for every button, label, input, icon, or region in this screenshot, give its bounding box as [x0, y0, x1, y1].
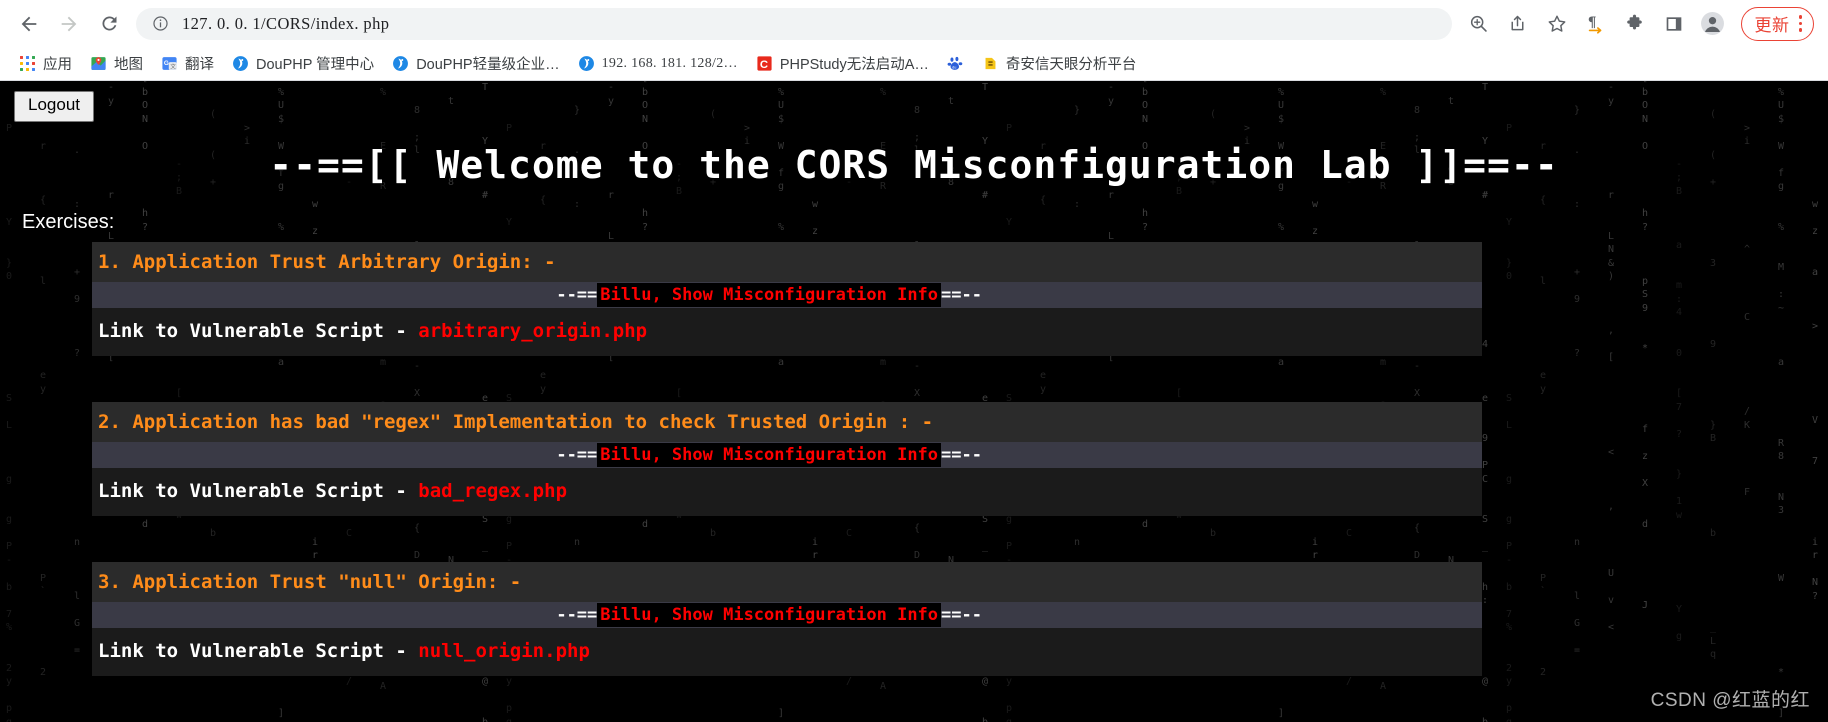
browser-toolbar: 127. 0. 0. 1/CORS/index. php ¶ 更新 [0, 0, 1828, 47]
vulnerable-script-label: Link to Vulnerable Script - [98, 319, 419, 342]
google-translate-icon: G文 [161, 55, 178, 72]
misconfiguration-info-row: --== Billu, Show Misconfiguration Info =… [92, 281, 1482, 308]
exercise-heading: 1. Application Trust Arbitrary Origin: - [92, 241, 1482, 282]
misc-prefix-dashes: --== [556, 604, 598, 625]
translate-paragraph-icon[interactable]: ¶ [1579, 7, 1613, 41]
page-viewport: P Y } 0 S L g g P - b 7 % 2 y p g r { l … [0, 81, 1828, 722]
page-content: Logout --==[[ Welcome to the CORS Miscon… [0, 81, 1828, 676]
bookmark-item[interactable]: G 文翻译 [152, 49, 223, 78]
reload-icon [101, 16, 116, 31]
bookmark-label: 奇安信天眼分析平台 [1005, 57, 1137, 73]
svg-text:du: du [952, 66, 956, 70]
zoom-in-icon[interactable] [1462, 7, 1496, 41]
vulnerable-script-label: Link to Vulnerable Script - [98, 639, 419, 662]
back-button[interactable] [10, 5, 48, 43]
address-bar[interactable]: 127. 0. 0. 1/CORS/index. php [136, 7, 1452, 40]
page-title: --==[[ Welcome to the CORS Misconfigurat… [269, 142, 1559, 187]
exercise-heading: 3. Application Trust "null" Origin: - [92, 561, 1482, 602]
bookmark-label: DouPHP 管理中心 [256, 57, 375, 73]
bookmark-label: 应用 [43, 57, 72, 73]
info-circle-icon [152, 16, 168, 31]
exercise-block: 2. Application has bad "regex" Implement… [92, 401, 1482, 516]
bookmark-label: PHPStudy无法启动A… [779, 57, 929, 73]
svg-text:G: G [164, 60, 169, 67]
misconfiguration-info-row: --== Billu, Show Misconfiguration Info =… [92, 441, 1482, 468]
exercise-block: 1. Application Trust Arbitrary Origin: -… [92, 241, 1482, 356]
update-button-label: 更新 [1754, 16, 1790, 35]
share-icon[interactable] [1501, 7, 1535, 41]
google-maps-icon [90, 55, 107, 72]
show-misconfiguration-info-link[interactable]: Billu, Show Misconfiguration Info [597, 442, 942, 467]
vulnerable-script-row: Link to Vulnerable Script - bad_regex.ph… [92, 468, 1482, 502]
vulnerable-script-link[interactable]: null_origin.php [418, 640, 590, 662]
bookmark-label: 翻译 [185, 57, 214, 73]
misconfiguration-info-row: --== Billu, Show Misconfiguration Info =… [92, 601, 1482, 628]
update-button[interactable]: 更新 [1740, 6, 1814, 41]
misc-suffix-dashes: ==-- [941, 284, 982, 305]
arrow-right-icon [61, 16, 77, 31]
bookmark-item[interactable]: 地图 [81, 49, 152, 78]
bookmark-label: 地图 [114, 57, 143, 73]
bookmark-item[interactable]: DouPHP 管理中心 [223, 49, 383, 78]
logout-area: Logout [0, 81, 1828, 122]
bookmark-label: 192. 168. 181. 128/2… [601, 55, 738, 71]
exercises-label: Exercises: [22, 210, 115, 233]
site-info-icon[interactable] [150, 14, 170, 34]
extensions-puzzle-icon[interactable] [1618, 7, 1652, 41]
misc-suffix-dashes: ==-- [941, 444, 982, 465]
toolbar-right-icons: ¶ 更新 [1462, 6, 1814, 41]
apps-grid-icon [19, 55, 36, 72]
url-text: 127. 0. 0. 1/CORS/index. php [182, 13, 390, 33]
exercise-block: 3. Application Trust "null" Origin: - --=… [92, 561, 1482, 676]
misc-suffix-dashes: ==-- [941, 604, 982, 625]
misc-prefix-dashes: --== [556, 284, 598, 305]
reload-button[interactable] [90, 5, 128, 43]
arrow-left-icon [21, 16, 37, 31]
bookmark-item[interactable]: du [938, 51, 973, 76]
misc-prefix-dashes: --== [556, 444, 598, 465]
bookmark-label: DouPHP轻量级企业… [416, 57, 560, 73]
exercise-heading: 2. Application has bad "regex" Implement… [92, 401, 1482, 442]
bookmark-item[interactable]: 应用 [10, 49, 81, 78]
apps-grid-icon [19, 55, 36, 72]
forward-button[interactable] [50, 5, 88, 43]
profile-avatar-icon[interactable] [1696, 7, 1730, 41]
svg-text:C: C [760, 59, 768, 71]
vulnerable-script-link[interactable]: bad_regex.php [418, 480, 567, 502]
navigation-buttons [10, 5, 128, 43]
bookmarks-bar: 应用 地图 G 文翻译 DouPHP 管理中心 DouPHP轻量级企业… 192. 168.… [0, 47, 1828, 81]
csdn-c-icon: C [756, 55, 773, 72]
logout-button[interactable]: Logout [14, 91, 94, 122]
exercise-list: 1. Application Trust Arbitrary Origin: -… [0, 241, 1828, 676]
vulnerable-script-label: Link to Vulnerable Script - [98, 479, 419, 502]
csdn-watermark: CSDN @红蓝的红 [1650, 690, 1810, 711]
bookmark-item[interactable]: DouPHP轻量级企业… [383, 49, 568, 78]
kebab-menu-icon[interactable] [1796, 15, 1806, 32]
douphp-icon [392, 55, 409, 72]
bookmark-item[interactable]: 192. 168. 181. 128/2… [569, 51, 747, 76]
svg-text:¶: ¶ [1587, 14, 1596, 30]
douphp-icon [232, 55, 249, 72]
side-panel-icon[interactable] [1657, 7, 1691, 41]
show-misconfiguration-info-link[interactable]: Billu, Show Misconfiguration Info [597, 602, 942, 627]
qianxin-icon [982, 55, 999, 72]
bookmark-star-icon[interactable] [1540, 7, 1574, 41]
baidu-icon: du [947, 55, 964, 72]
browser-chrome: 127. 0. 0. 1/CORS/index. php ¶ 更新 应用 地图 … [0, 0, 1828, 81]
bookmark-item[interactable]: 奇安信天眼分析平台 [973, 49, 1146, 78]
vulnerable-script-link[interactable]: arbitrary_origin.php [418, 320, 647, 342]
vulnerable-script-row: Link to Vulnerable Script - arbitrary_or… [92, 308, 1482, 342]
show-misconfiguration-info-link[interactable]: Billu, Show Misconfiguration Info [597, 282, 942, 307]
douphp-icon [578, 55, 595, 72]
vulnerable-script-row: Link to Vulnerable Script - null_origin.… [92, 628, 1482, 662]
bookmark-item[interactable]: C PHPStudy无法启动A… [747, 49, 938, 78]
